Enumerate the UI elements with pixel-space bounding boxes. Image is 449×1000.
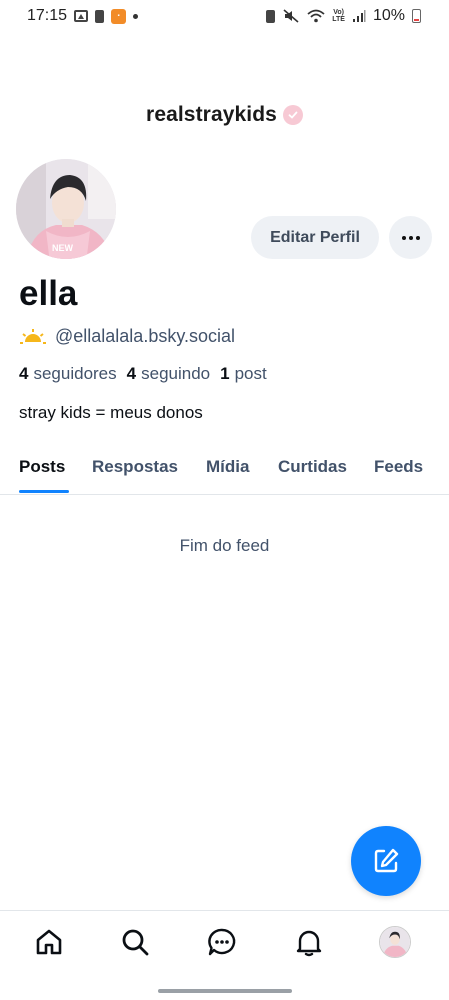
active-tab-indicator [19, 490, 69, 493]
more-dot-icon [415, 235, 420, 240]
battery-icon [412, 9, 421, 23]
profile-handle[interactable]: @ellalalala.bsky.social [55, 326, 235, 347]
battery-percent: 10% [372, 7, 405, 24]
posts-stat: 1 post [220, 364, 267, 383]
app-notification-icon: ▪ [111, 8, 127, 24]
following-stat[interactable]: 4 seguindo [127, 364, 210, 384]
bell-icon [296, 930, 322, 957]
nav-home[interactable] [33, 926, 65, 958]
compose-icon [374, 848, 399, 873]
profile-stats: 4 seguidores 4 seguindo 1 post [19, 364, 267, 384]
profile-header: realstraykids [0, 103, 449, 127]
chat-icon [208, 928, 236, 956]
nav-search[interactable] [119, 926, 151, 958]
bottom-navigation [0, 910, 449, 976]
search-icon [122, 929, 149, 956]
more-options-button[interactable] [389, 216, 432, 259]
more-dot-icon [408, 235, 413, 240]
lock-icon [266, 9, 276, 23]
profile-avatar[interactable]: NEW [14, 157, 118, 261]
verified-badge-icon [282, 105, 303, 125]
tab-respostas[interactable]: Respostas [92, 457, 178, 477]
home-icon [36, 929, 62, 955]
volte-icon: Vo) LTE [332, 9, 345, 23]
header-title: realstraykids [146, 103, 277, 126]
handle-row: @ellalalala.bsky.social [19, 326, 235, 347]
mute-icon [283, 9, 299, 23]
feed-end-message: Fim do feed [179, 536, 270, 555]
signal-icon [352, 10, 366, 22]
profile-bio: stray kids = meus donos [19, 403, 203, 422]
followers-stat[interactable]: 4 seguidores [19, 364, 117, 384]
display-name: ella [19, 274, 78, 313]
home-indicator[interactable] [158, 989, 292, 993]
tab-curtidas[interactable]: Curtidas [278, 457, 347, 477]
tab-posts[interactable]: Posts [19, 457, 65, 477]
tab-midia[interactable]: Mídia [206, 457, 249, 477]
more-notifications-icon [133, 13, 139, 19]
sunrise-icon [20, 328, 46, 344]
nav-notifications[interactable] [293, 926, 325, 958]
gallery-icon [74, 10, 89, 22]
status-time: 17:15 [27, 7, 68, 24]
compose-button[interactable] [351, 826, 421, 896]
wifi-icon [307, 9, 325, 23]
status-bar: 17:15 ▪ Vo) LTE 10% [0, 0, 449, 32]
more-dot-icon [401, 235, 406, 240]
nav-chat[interactable] [206, 926, 238, 958]
nav-profile-avatar[interactable] [379, 926, 411, 958]
tab-feeds[interactable]: Feeds [374, 457, 423, 477]
svg-text:NEW: NEW [52, 243, 74, 253]
battery-saver-icon [95, 9, 105, 23]
edit-profile-button[interactable]: Editar Perfil [251, 216, 379, 259]
profile-tabs: Posts Respostas Mídia Curtidas Feeds [0, 447, 449, 495]
